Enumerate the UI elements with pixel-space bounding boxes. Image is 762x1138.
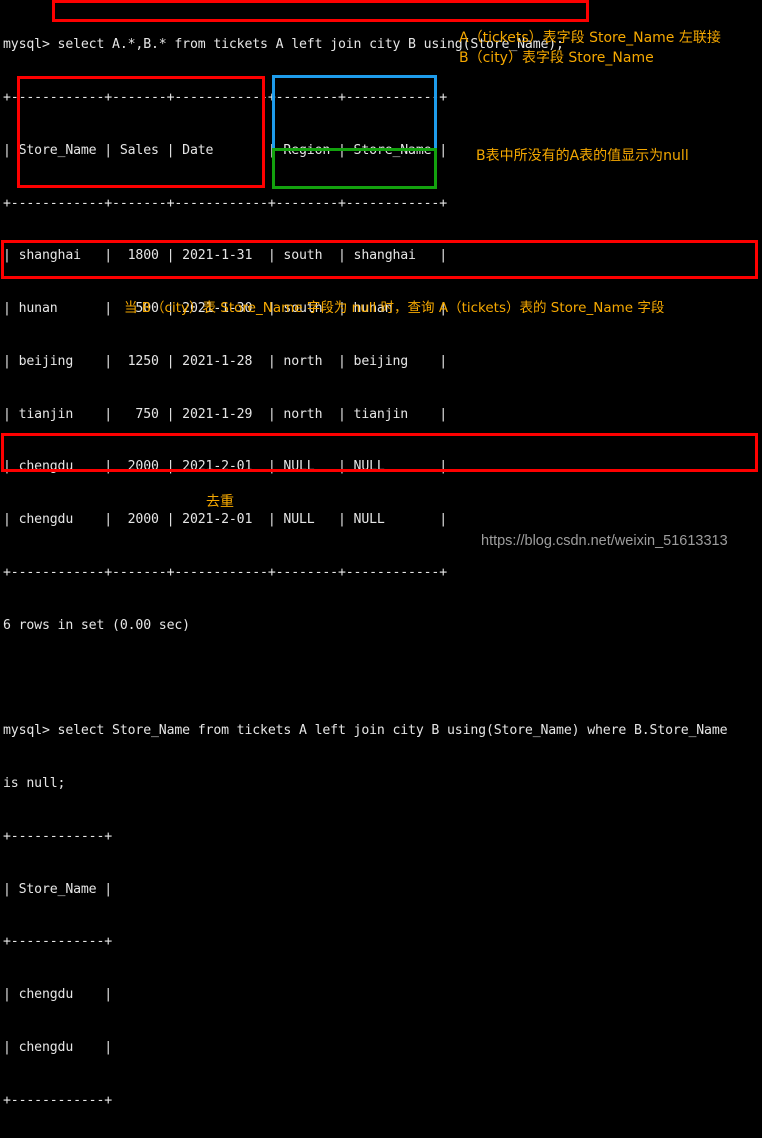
- terminal-line: is null;: [3, 776, 66, 792]
- terminal-line: | chengdu |: [3, 987, 113, 1003]
- terminal-line: | Store_Name |: [3, 881, 113, 897]
- annotation-where-null-explanation: 当 B（city）表 Store_Name 字段为 null 时，查询 A（ti…: [124, 300, 665, 316]
- annotation-distinct-explanation: 去重: [206, 494, 234, 510]
- annotation-null-explanation: B表中所没有的A表的值显示为null: [476, 148, 689, 164]
- watermark-url: https://blog.csdn.net/weixin_51613313: [481, 533, 728, 549]
- terminal-line: mysql> select Store_Name from tickets A …: [3, 723, 728, 739]
- terminal-line: | beijing | 1250 | 2021-1-28 | north | b…: [3, 353, 448, 369]
- terminal-line: 6 rows in set (0.00 sec): [3, 617, 190, 633]
- terminal-line: +------------+-------+------------+-----…: [3, 565, 448, 580]
- terminal-line: +------------+-------+------------+-----…: [3, 89, 448, 105]
- terminal-output[interactable]: mysql> select A.*,B.* from tickets A lef…: [0, 0, 762, 1108]
- terminal-line: | shanghai | 1800 | 2021-1-31 | south | …: [3, 248, 448, 264]
- annotation-join-explanation-line1: A（tickets）表字段 Store_Name 左联接: [459, 30, 721, 46]
- terminal-line: +------------+: [3, 934, 113, 950]
- terminal-line: | tianjin | 750 | 2021-1-29 | north | ti…: [3, 406, 448, 422]
- terminal-line: | chengdu | 2000 | 2021-2-01 | NULL | NU…: [3, 459, 448, 475]
- terminal-line: +------------+: [3, 1092, 113, 1108]
- annotation-join-explanation-line2: B（city）表字段 Store_Name: [459, 50, 654, 66]
- terminal-line: +------------+-------+------------+-----…: [3, 195, 448, 211]
- terminal-line: | chengdu | 2000 | 2021-2-01 | NULL | NU…: [3, 512, 448, 528]
- terminal-line: | chengdu |: [3, 1040, 113, 1056]
- terminal-line: +------------+: [3, 828, 113, 844]
